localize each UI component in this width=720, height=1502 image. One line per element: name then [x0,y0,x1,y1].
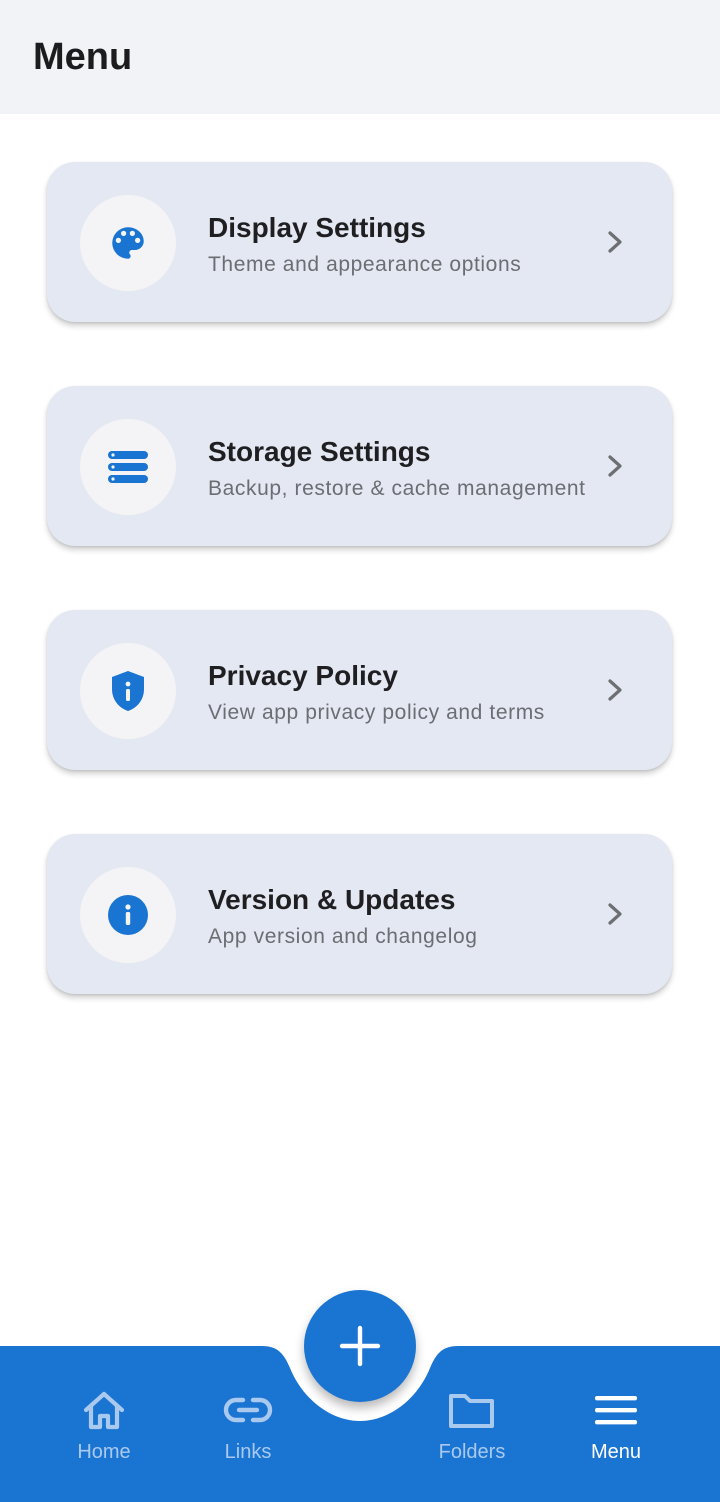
version-updates-icon-circle [80,867,176,963]
home-icon [83,1391,125,1430]
nav-folders-label: Folders [438,1441,506,1463]
version-updates-card[interactable]: Version & Updates App version and change… [47,834,672,994]
info-icon [108,895,148,935]
chevron-right-icon [608,679,622,701]
menu-icon [595,1396,637,1425]
display-settings-icon-circle [80,195,176,291]
storage-settings-icon-circle [80,419,176,515]
page-title: Menu [33,36,133,78]
nav-home-label: Home [77,1441,131,1463]
privacy-policy-card[interactable]: Privacy Policy View app privacy policy a… [47,610,672,770]
storage-icon [108,451,148,483]
plus-icon [339,1325,381,1367]
palette-icon [112,227,144,259]
privacy-policy-icon-circle [80,643,176,739]
add-fab-button[interactable] [304,1290,416,1402]
version-updates-subtitle: App version and changelog [208,925,478,948]
privacy-policy-subtitle: View app privacy policy and terms [208,701,545,724]
nav-links[interactable]: Links [193,1346,303,1502]
app-header: Menu [0,0,720,114]
storage-settings-title: Storage Settings [208,436,431,467]
nav-menu-label: Menu [590,1441,642,1463]
chevron-right-icon [608,231,622,253]
folder-icon [449,1394,494,1428]
privacy-shield-icon [112,671,144,711]
storage-settings-subtitle: Backup, restore & cache management [208,477,586,500]
display-settings-title: Display Settings [208,212,426,243]
nav-folders[interactable]: Folders [417,1346,527,1502]
storage-settings-card[interactable]: Storage Settings Backup, restore & cache… [47,386,672,546]
nav-links-label: Links [224,1441,272,1463]
link-icon [223,1397,273,1423]
chevron-right-icon [608,903,622,925]
display-settings-card[interactable]: Display Settings Theme and appearance op… [47,162,672,322]
nav-menu[interactable]: Menu [561,1346,671,1502]
privacy-policy-title: Privacy Policy [208,660,398,691]
version-updates-title: Version & Updates [208,884,456,915]
display-settings-subtitle: Theme and appearance options [208,253,522,276]
chevron-right-icon [608,455,622,477]
nav-home[interactable]: Home [49,1346,159,1502]
